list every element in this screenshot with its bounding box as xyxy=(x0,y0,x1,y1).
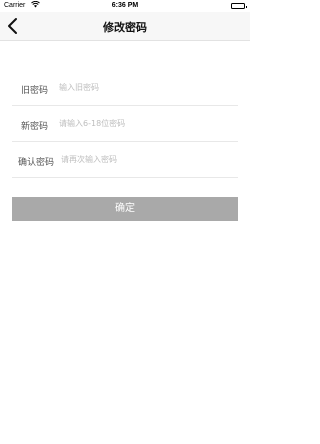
new-password-label: 新密码 xyxy=(20,122,48,132)
status-time: 6:36 PM xyxy=(111,2,139,9)
navigation-bar: 修改密码 xyxy=(0,12,250,41)
change-password-form: 旧密码 新密码 确认密码 xyxy=(12,70,260,178)
battery-icon xyxy=(231,3,247,9)
new-password-row: 新密码 xyxy=(12,106,260,142)
confirm-password-input[interactable] xyxy=(61,151,236,167)
confirm-button[interactable]: 确定 xyxy=(12,197,238,221)
confirm-password-row: 确认密码 xyxy=(12,142,260,178)
old-password-label: 旧密码 xyxy=(20,86,48,96)
old-password-input[interactable] xyxy=(59,79,234,95)
old-password-row: 旧密码 xyxy=(12,70,260,106)
confirm-password-label: 确认密码 xyxy=(18,158,55,168)
page-title: 修改密码 xyxy=(103,21,147,34)
new-password-input[interactable] xyxy=(59,115,234,131)
status-bar: Carrier 6:36 PM xyxy=(0,0,250,12)
divider xyxy=(12,177,238,178)
